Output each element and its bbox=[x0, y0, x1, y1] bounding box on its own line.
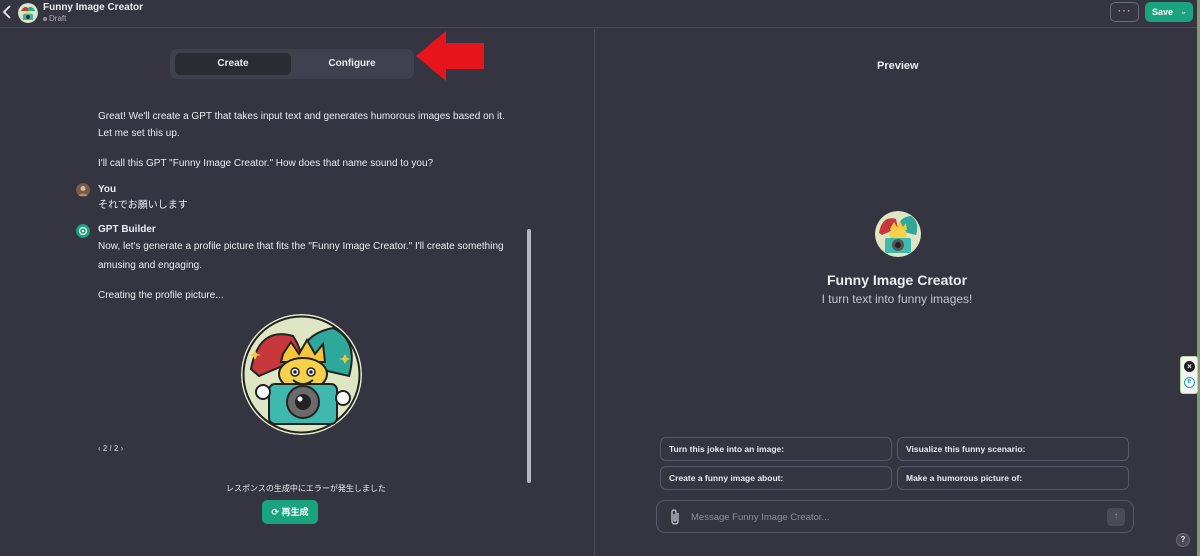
extension-e-icon[interactable]: e bbox=[1184, 377, 1195, 388]
preview-gpt-description: I turn text into funny images! bbox=[821, 292, 973, 306]
send-button[interactable]: ↑ bbox=[1107, 508, 1125, 526]
red-arrow-annotation-icon bbox=[416, 31, 484, 81]
close-icon[interactable]: × bbox=[1184, 361, 1195, 372]
help-button[interactable]: ? bbox=[1176, 533, 1190, 547]
create-configure-tabs: Create Configure bbox=[170, 49, 414, 79]
conversation-starter[interactable]: Create a funny image about: bbox=[660, 466, 892, 490]
more-options-button[interactable]: ··· bbox=[1110, 2, 1139, 22]
builder-message-line: Now, let's generate a profile picture th… bbox=[98, 241, 504, 252]
tab-create[interactable]: Create bbox=[175, 53, 291, 75]
conversation-starter[interactable]: Visualize this funny scenario: bbox=[897, 437, 1129, 461]
status-dot-icon bbox=[43, 16, 47, 21]
user-name: You bbox=[98, 184, 117, 195]
browser-extension-widget: × e bbox=[1180, 356, 1198, 394]
gpt-title: Funny Image Creator bbox=[43, 2, 144, 13]
preview-gpt-avatar bbox=[875, 211, 921, 257]
builder-message-line: I'll call this GPT "Funny Image Creator.… bbox=[98, 158, 434, 169]
regenerate-label: 再生成 bbox=[281, 507, 309, 517]
refresh-icon: ⟳ bbox=[271, 507, 279, 517]
preview-title: Preview bbox=[877, 60, 919, 72]
gpt-builder-logo-icon bbox=[76, 224, 90, 238]
message-input[interactable] bbox=[691, 509, 1091, 525]
response-pager[interactable]: ‹ 2 / 2 › bbox=[98, 444, 123, 453]
user-avatar bbox=[76, 183, 90, 197]
save-button-label: Save bbox=[1152, 7, 1174, 17]
builder-name: GPT Builder bbox=[98, 224, 156, 235]
user-message: それでお願いします bbox=[98, 200, 188, 211]
builder-message-line: Great! We'll create a GPT that takes inp… bbox=[98, 111, 505, 122]
conversation-starter[interactable]: Make a humorous picture of: bbox=[897, 466, 1129, 490]
paperclip-icon[interactable] bbox=[669, 508, 681, 526]
gpt-avatar bbox=[18, 3, 38, 23]
message-composer: ↑ bbox=[656, 500, 1134, 533]
chevron-down-icon: ⌄ bbox=[1180, 7, 1187, 16]
generated-profile-picture[interactable] bbox=[241, 314, 362, 435]
tab-configure[interactable]: Configure bbox=[295, 53, 409, 75]
conversation-starter[interactable]: Turn this joke into an image: bbox=[660, 437, 892, 461]
back-chevron-icon[interactable] bbox=[2, 4, 14, 22]
top-bar: Funny Image Creator Draft ··· Save ⌄ bbox=[0, 0, 1200, 28]
error-message: レスポンスの生成中にエラーが発生しました bbox=[226, 484, 386, 493]
regenerate-button[interactable]: ⟳ 再生成 bbox=[262, 500, 318, 524]
arrow-up-icon: ↑ bbox=[1113, 511, 1119, 522]
save-button[interactable]: Save ⌄ bbox=[1145, 2, 1193, 22]
draft-status: Draft bbox=[43, 14, 66, 23]
preview-gpt-name: Funny Image Creator bbox=[826, 272, 968, 288]
chat-scrollbar[interactable] bbox=[527, 229, 531, 483]
draft-status-label: Draft bbox=[49, 14, 67, 23]
builder-message-line: Let me set this up. bbox=[98, 128, 180, 139]
